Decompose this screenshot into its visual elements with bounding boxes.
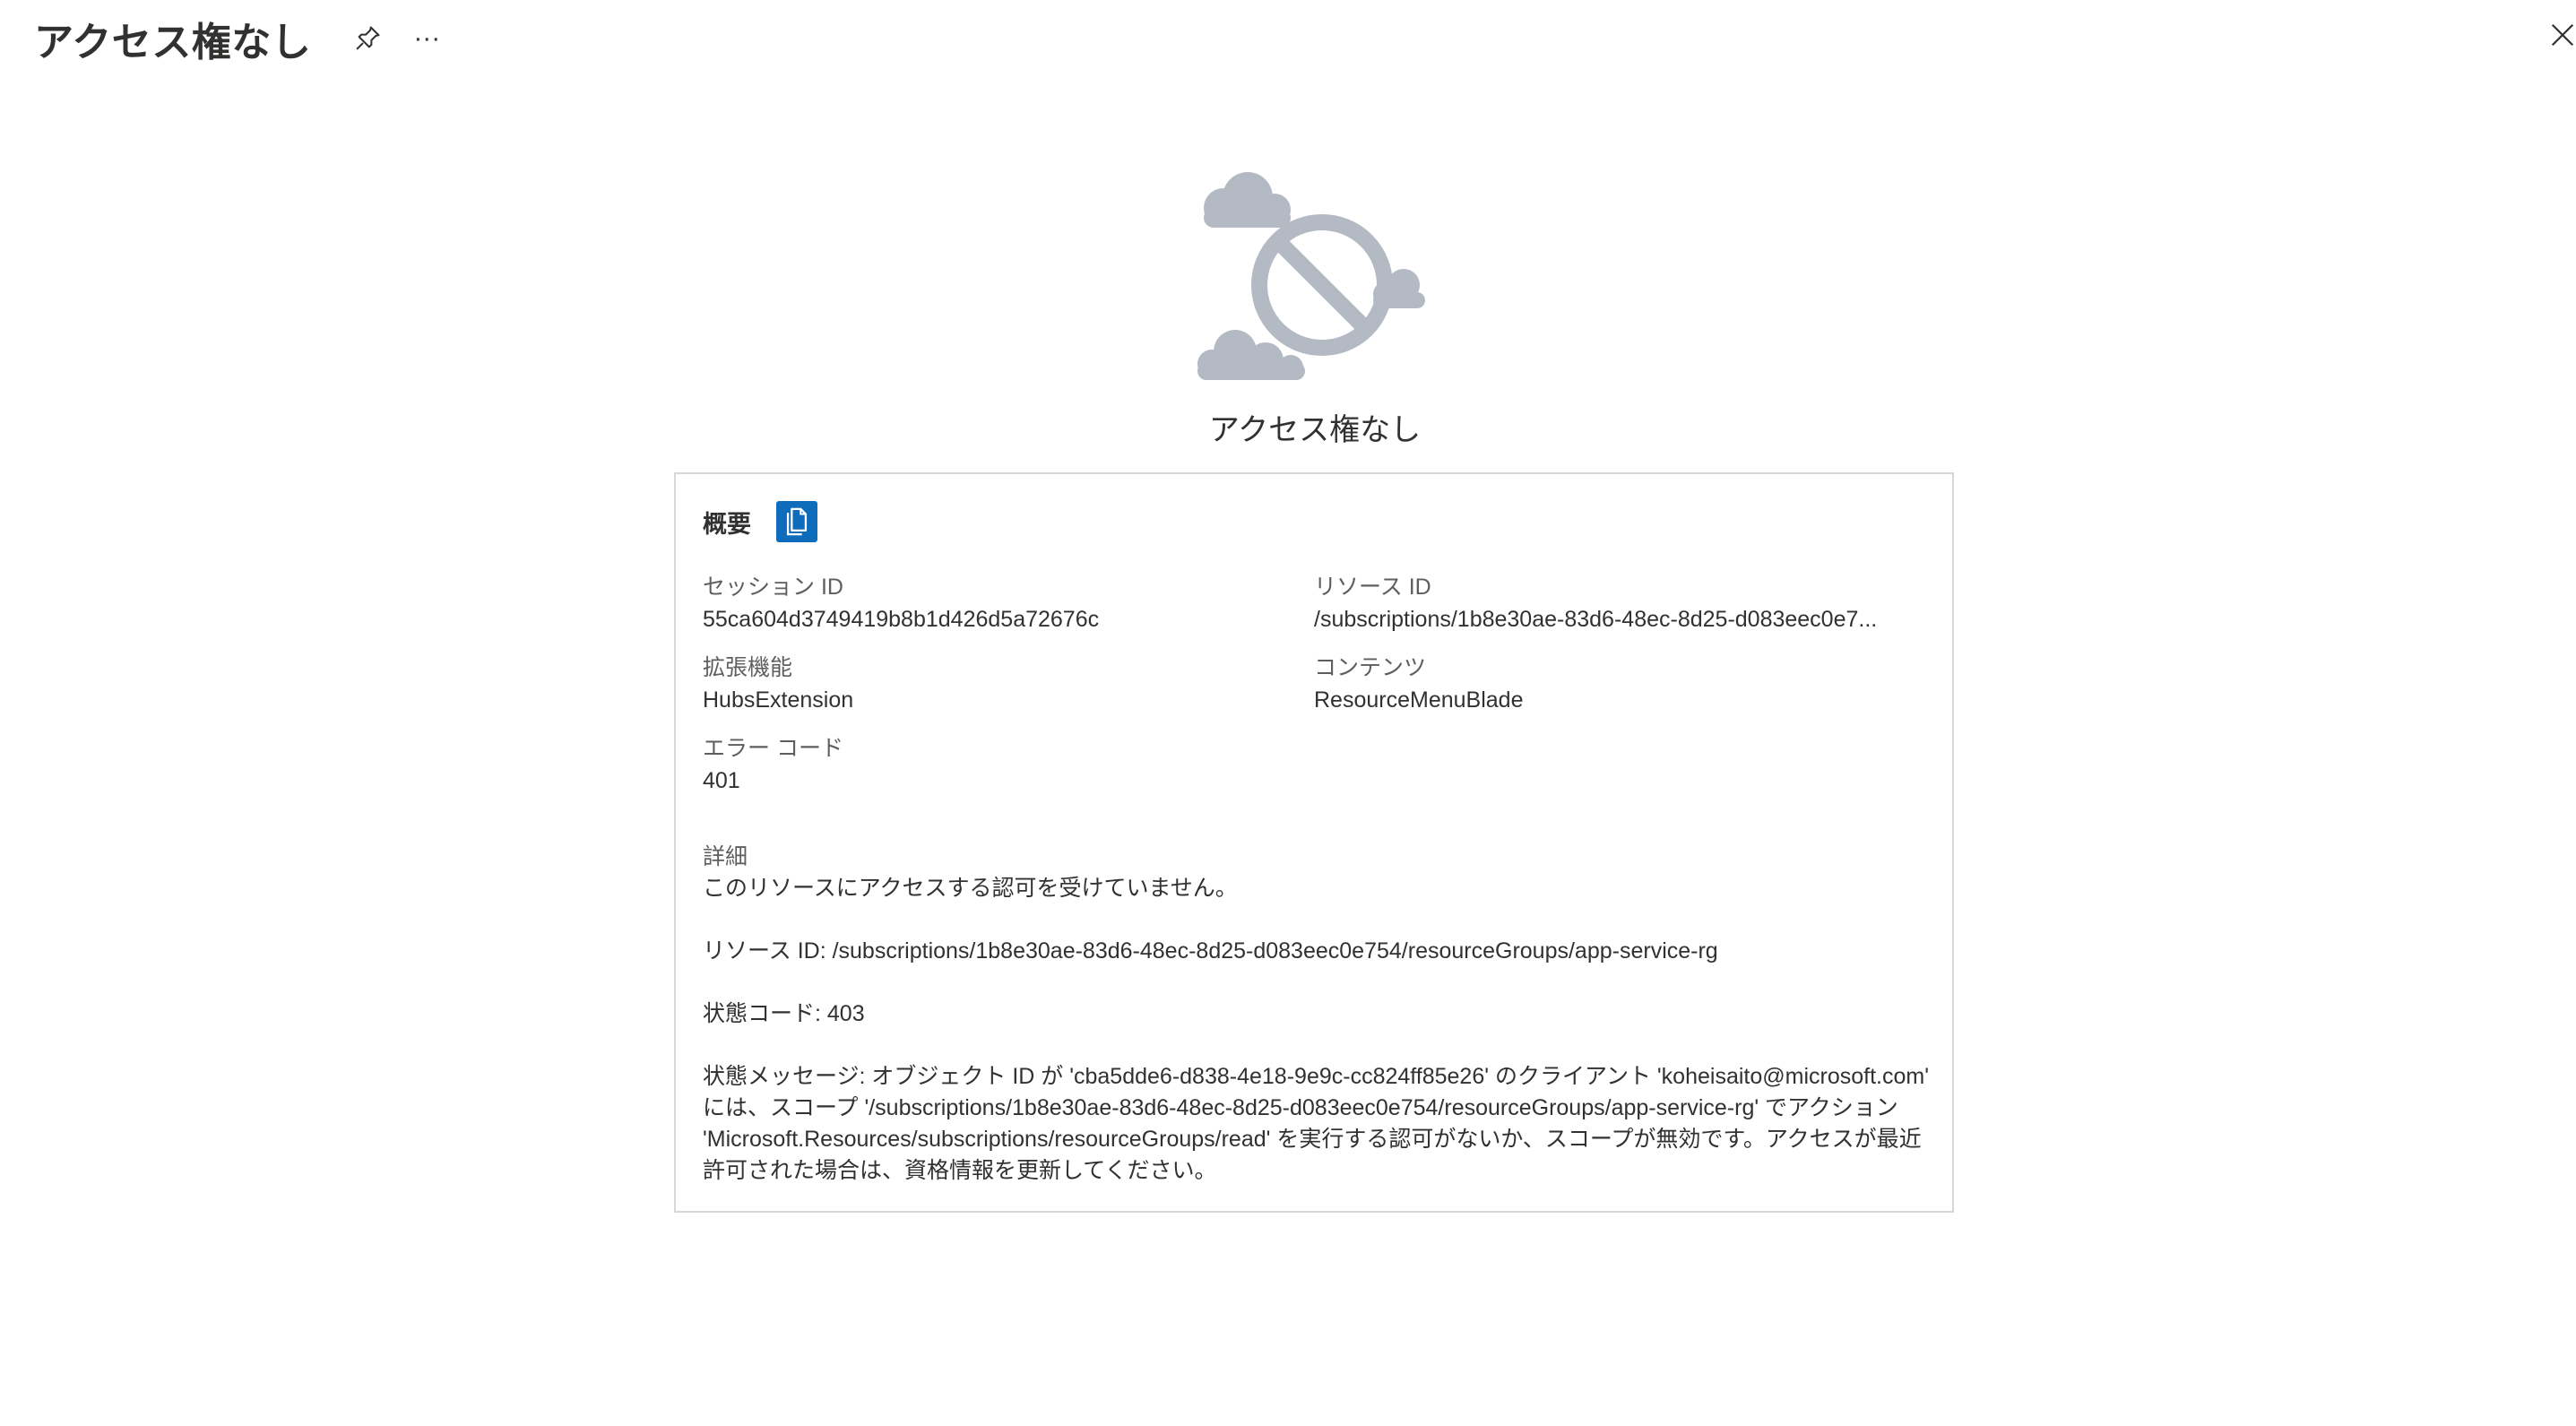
session-id-value: 55ca604d3749419b8b1d426d5a72676c (703, 607, 1100, 632)
content-field: コンテンツ ResourceMenuBlade (1314, 652, 1906, 716)
no-access-title: アクセス権なし (1208, 413, 1422, 447)
close-icon[interactable] (2531, 13, 2576, 57)
more-options-icon[interactable]: ··· (404, 16, 449, 61)
extension-label: 拡張機能 (703, 655, 793, 680)
details-resource-id: リソース ID: /subscriptions/1b8e30ae-83d6-48… (703, 938, 1718, 964)
details-label: 詳細 (703, 844, 748, 869)
copy-button[interactable] (776, 501, 817, 542)
resource-id-value: /subscriptions/1b8e30ae-83d6-48ec-8d25-d… (1314, 607, 1878, 632)
details-status-message: 状態メッセージ: オブジェクト ID が 'cba5dde6-d838-4e18… (703, 1064, 1929, 1183)
no-access-cloud-icon (1192, 170, 1434, 385)
error-code-label: エラー コード (703, 736, 843, 761)
summary-heading: 概要 (703, 510, 751, 538)
blade-header: アクセス権なし ··· (34, 7, 449, 70)
details-section: 詳細 このリソースにアクセスする認可を受けていません。 リソース ID: /su… (703, 842, 1931, 1187)
resource-id-field: リソース ID /subscriptions/1b8e30ae-83d6-48e… (1314, 571, 1906, 635)
pin-icon[interactable] (345, 16, 390, 61)
extension-field: 拡張機能 HubsExtension (703, 652, 853, 716)
details-status-code: 状態コード: 403 (703, 1001, 865, 1026)
page-title: アクセス権なし (34, 21, 312, 65)
session-id-field: セッション ID 55ca604d3749419b8b1d426d5a72676… (703, 571, 1099, 635)
content-value: ResourceMenuBlade (1314, 687, 1524, 713)
error-code-field: エラー コード 401 (703, 732, 843, 797)
extension-value: HubsExtension (703, 687, 854, 713)
details-message: このリソースにアクセスする認可を受けていません。 (703, 876, 1238, 901)
error-summary-card: 概要 セッション ID 55ca604d3749419b8b1d426d5a72… (674, 472, 1954, 1213)
resource-id-label: リソース ID (1314, 575, 1431, 600)
copy-icon (786, 507, 808, 536)
session-id-label: セッション ID (703, 575, 843, 600)
error-code-value: 401 (703, 768, 740, 793)
summary-header: 概要 (703, 501, 817, 542)
content-label: コンテンツ (1314, 655, 1427, 680)
